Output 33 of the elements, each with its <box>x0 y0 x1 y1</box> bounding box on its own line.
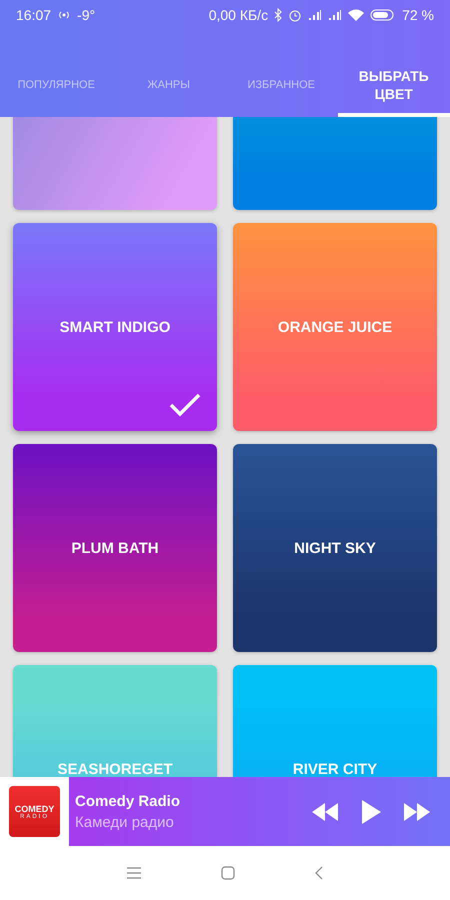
menu-icon[interactable] <box>127 867 141 879</box>
bluetooth-icon <box>274 8 282 22</box>
tab[interactable]: ПОПУЛЯРНОЕ <box>0 58 112 117</box>
theme-name: SEASHOREGET <box>57 760 173 777</box>
back-icon[interactable] <box>315 866 323 880</box>
clock: 16:07 <box>16 7 52 23</box>
tab[interactable]: ИЗБРАННОЕ <box>225 58 338 117</box>
battery-icon <box>370 9 396 21</box>
theme-name: PLUM BATH <box>71 540 159 556</box>
wifi-icon <box>348 9 364 21</box>
theme-card[interactable]: PLUM BATH <box>13 444 217 652</box>
alarm-icon <box>288 8 302 22</box>
station-title: Comedy Radio <box>75 792 182 810</box>
theme-name: RIVER CITY <box>292 760 378 777</box>
theme-card[interactable]: ORANGE JUICE <box>233 223 437 431</box>
hotspot-icon <box>57 10 72 20</box>
theme-card[interactable]: RIVER CITY <box>233 665 437 777</box>
network-speed: 0,00 КБ/с <box>208 7 268 23</box>
checkmark-icon <box>169 393 201 417</box>
theme-name: SMART INDIGO <box>60 318 170 336</box>
station-subtitle: Камеди радио <box>75 814 175 830</box>
theme-name: ORANGE JUICE <box>278 318 392 336</box>
signal-icon <box>308 9 322 21</box>
theme-card[interactable]: NIGHT SKY <box>233 444 437 652</box>
home-icon[interactable] <box>221 866 235 880</box>
theme-name: NIGHT SKY <box>294 540 376 556</box>
theme-card[interactable]: SMART INDIGO <box>13 223 217 431</box>
logo-text: COMEDY <box>14 804 54 814</box>
theme-card[interactable]: SEASHOREGET <box>13 665 217 777</box>
battery-percent: 72 % <box>402 7 434 23</box>
tab[interactable]: ЖАНРЫ <box>112 58 225 117</box>
temperature: -9° <box>77 7 96 23</box>
signal-icon <box>328 9 342 21</box>
